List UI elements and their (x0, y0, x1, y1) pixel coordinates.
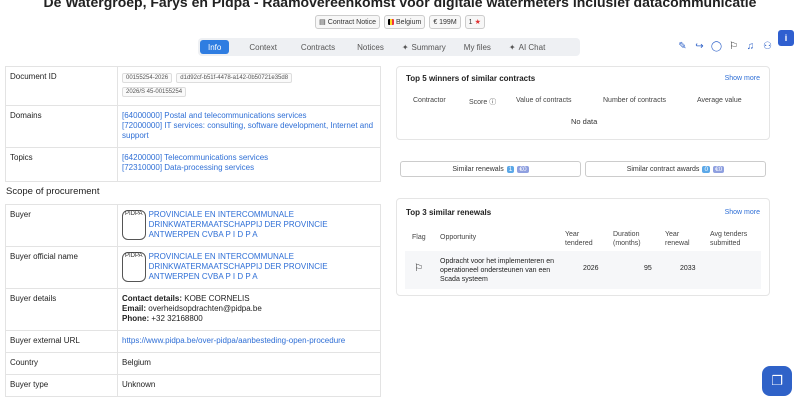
similar-renewals-button[interactable]: Similar renewals 1 €0 (400, 161, 581, 177)
awards-value-badge: €0 (713, 165, 725, 173)
column-average-value[interactable]: Average value (697, 97, 742, 104)
tab-info[interactable]: Info (200, 40, 230, 54)
sparkle-icon: ✦ (401, 42, 409, 52)
scope-heading: Scope of procurement (6, 186, 100, 197)
document-id-chip[interactable]: d1d92cf-b51f-4478-a142-0b50721e35d8 (176, 73, 293, 83)
buyer-external-url-link[interactable]: https://www.pidpa.be/over-pidpa/aanbeste… (122, 336, 345, 345)
buyer-seal-icon: PIDPA (122, 210, 146, 240)
tab-my-files[interactable]: My files (456, 40, 499, 54)
document-icon: ▤ (319, 19, 326, 26)
column-flag: Flag (412, 234, 426, 241)
tab-bar: Info Context Contracts Notices ✦ Summary … (198, 38, 580, 56)
buyer-label: Buyer (5, 204, 118, 247)
add-user-icon[interactable]: ⚇ (761, 40, 774, 53)
column-duration: Duration (months) (613, 231, 641, 247)
page-title: De Watergroep, Farys en Pidpa - Raamover… (43, 0, 757, 10)
notice-type-badge: ▤ Contract Notice (315, 15, 381, 29)
star-icon: ★ (474, 19, 481, 26)
buyer-email: Email: overheidsopdrachten@pidpa.be (122, 304, 262, 313)
document-id-label: Document ID (5, 66, 118, 106)
tab-context[interactable]: Context (241, 40, 285, 54)
tab-summary[interactable]: ✦ Summary (394, 40, 454, 54)
buyer-type-value: Unknown (117, 374, 381, 397)
edit-note-icon[interactable]: ✎ (676, 40, 689, 53)
topic-link[interactable]: [72310000] Data-processing services (122, 163, 376, 173)
country-badge: Belgium (384, 15, 426, 29)
no-data-text: No data (571, 117, 598, 126)
document-id-chip[interactable]: 00155254-2026 (122, 73, 173, 83)
flag-icon[interactable]: ⚐ (727, 40, 740, 53)
bell-icon[interactable]: ♫ (744, 40, 757, 53)
tab-contracts[interactable]: Contracts (293, 40, 343, 54)
domains-label: Domains (5, 105, 118, 148)
value-badge: € 199M (429, 15, 461, 29)
topic-link[interactable]: [64200000] Telecommunications services (122, 153, 376, 163)
buyer-details-label: Buyer details (5, 288, 118, 331)
tab-ai-chat[interactable]: ✦ AI Chat (501, 40, 553, 54)
buyer-link[interactable]: PROVINCIALE EN INTERCOMMUNALE DRINKWATER… (149, 210, 376, 240)
topics-label: Topics (5, 147, 118, 182)
renewals-value-badge: €0 (517, 165, 529, 173)
document-info-table: Document ID 00155254-2026 d1d92cf-b51f-4… (5, 66, 381, 182)
action-toolbar: ✎ ↪ ◯ ⚐ ♫ ⚇ (676, 40, 774, 53)
domain-link[interactable]: [64000000] Postal and telecommunications… (122, 111, 376, 121)
buyer-official-name-label: Buyer official name (5, 246, 118, 289)
column-year-tendered: Year tendered (565, 231, 593, 247)
info-icon[interactable]: i (778, 30, 794, 46)
sparkle-icon: ✦ (508, 42, 516, 52)
buyer-type-label: Buyer type (5, 374, 118, 397)
top-winners-title: Top 5 winners of similar contracts (406, 74, 536, 83)
country-value: Belgium (117, 352, 381, 375)
share-icon[interactable]: ↪ (693, 40, 706, 53)
flag-icon[interactable]: ⚐ (414, 263, 423, 274)
similar-contract-awards-button[interactable]: Similar contract awards 0 €0 (585, 161, 766, 177)
renewal-duration: 95 (644, 265, 652, 272)
document-id-chip[interactable]: 2026/S 45-00155254 (122, 87, 187, 97)
top-winners-card: Top 5 winners of similar contracts Show … (396, 66, 770, 140)
column-number-of-contracts[interactable]: Number of contracts (603, 97, 666, 104)
comment-icon[interactable]: ◯ (710, 40, 723, 53)
column-contractor[interactable]: Contractor (413, 97, 446, 104)
column-opportunity: Opportunity (440, 234, 477, 241)
stars-badge[interactable]: 1 ★ (464, 15, 485, 29)
buyer-phone: Phone: +32 32168800 (122, 314, 203, 323)
top-renewals-title: Top 3 similar renewals (406, 208, 492, 217)
column-score[interactable]: Score ⓘ (469, 97, 496, 107)
renewal-year-renewal: 2033 (680, 265, 696, 272)
chat-icon[interactable]: ❐ (762, 366, 792, 396)
belgium-flag-icon (388, 19, 395, 25)
buyer-official-name-link[interactable]: PROVINCIALE EN INTERCOMMUNALE DRINKWATER… (149, 252, 376, 282)
notice-badges: ▤ Contract Notice Belgium € 199M 1 ★ (0, 15, 800, 29)
country-label: Country (5, 352, 118, 375)
domain-link[interactable]: [72000000] IT services: consulting, soft… (122, 121, 376, 141)
column-avg-tenders: Avg tenders submitted (710, 231, 748, 247)
contact-details: Contact details: KOBE CORNELIS (122, 294, 250, 303)
buyer-seal-icon: PIDPA (122, 252, 146, 282)
renewal-opportunity-link[interactable]: Opdracht voor het implementeren en opera… (440, 257, 560, 284)
top-winners-show-more[interactable]: Show more (725, 75, 760, 82)
column-value-of-contracts[interactable]: Value of contracts (516, 97, 572, 104)
scope-table: Buyer PIDPA PROVINCIALE EN INTERCOMMUNALE… (5, 204, 381, 397)
info-circle-icon: ⓘ (489, 99, 497, 106)
buyer-external-url-label: Buyer external URL (5, 330, 118, 353)
renewal-year-tendered: 2026 (583, 265, 599, 272)
top-renewals-card: Top 3 similar renewals Show more Flag Op… (396, 198, 770, 296)
tab-notices[interactable]: Notices (349, 40, 392, 54)
renewals-count-badge: 1 (506, 165, 515, 173)
column-year-renewal: Year renewal (665, 231, 690, 247)
top-renewals-show-more[interactable]: Show more (725, 209, 760, 216)
awards-count-badge: 0 (702, 165, 711, 173)
